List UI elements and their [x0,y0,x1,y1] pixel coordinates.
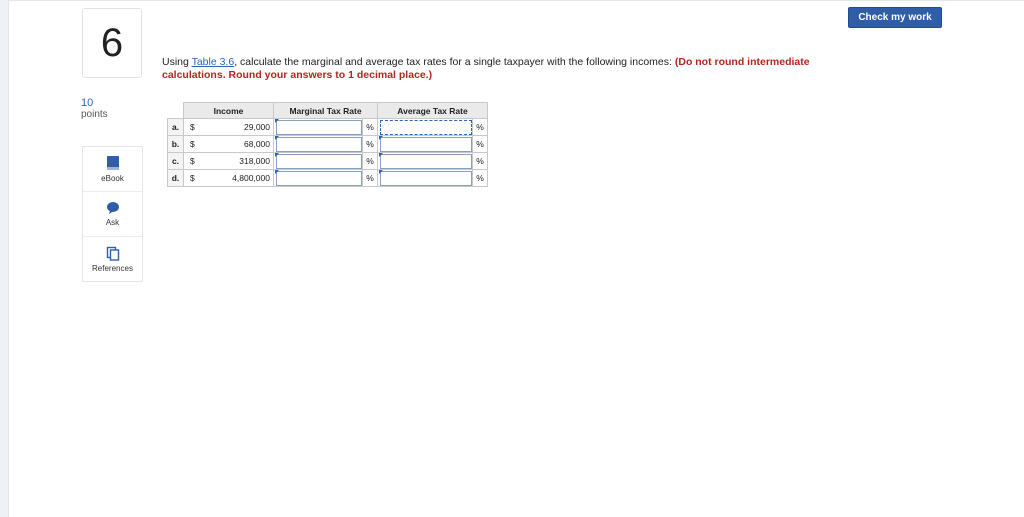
average-rate-cell [377,118,473,136]
input-flag-icon [379,136,383,140]
table-header-row: Income Marginal Tax Rate Average Tax Rat… [167,102,488,119]
header-marginal-tax-rate: Marginal Tax Rate [273,102,378,119]
dollar-sign: $ [183,169,212,187]
book-icon [106,156,119,170]
references-label: References [92,263,133,273]
header-income: Income [183,102,274,119]
points-info: 10 points [81,97,108,121]
check-my-work-button[interactable]: Check my work [848,7,942,28]
input-flag-icon [275,136,279,140]
percent-sign: % [362,118,378,136]
average-rate-cell [377,135,473,153]
percent-sign: % [472,169,488,187]
ebook-button[interactable]: eBook [83,147,142,192]
left-rail [0,0,9,517]
percent-sign: % [472,152,488,170]
percent-sign: % [362,135,378,153]
points-value: 10 [81,97,94,109]
input-flag-icon [379,153,383,157]
prompt-text-pre: Using [162,56,192,68]
input-flag-icon [275,119,279,123]
ebook-label: eBook [101,174,124,183]
row-letter: d. [167,169,184,187]
average-rate-input[interactable] [380,120,472,135]
marginal-rate-cell [273,169,363,187]
row-letter: a. [167,118,184,136]
average-rate-input[interactable] [380,137,472,152]
dollar-sign: $ [183,135,212,153]
ask-button[interactable]: Ask [83,192,142,237]
marginal-rate-input[interactable] [276,120,362,135]
percent-sign: % [362,152,378,170]
marginal-rate-input[interactable] [276,154,362,169]
percent-sign: % [472,118,488,136]
table-row: d. $ 4,800,000 % % [167,169,488,187]
income-amount: 68,000 [212,135,274,153]
average-rate-input[interactable] [380,171,472,186]
header-average-tax-rate: Average Tax Rate [377,102,488,119]
table-row: b. $ 68,000 % % [167,135,488,153]
income-amount: 318,000 [212,152,274,170]
percent-sign: % [472,135,488,153]
references-icon [106,246,119,261]
row-letter: c. [167,152,184,170]
average-rate-cell [377,152,473,170]
input-flag-icon [379,170,383,174]
references-button[interactable]: References [83,237,142,281]
question-number: 6 [82,8,142,78]
chat-bubble-icon [106,202,119,214]
top-divider [0,0,1024,1]
table-row: c. $ 318,000 % % [167,152,488,170]
prompt-text-post: , calculate the marginal and average tax… [234,56,675,68]
marginal-rate-input[interactable] [276,171,362,186]
marginal-rate-cell [273,152,363,170]
income-amount: 4,800,000 [212,169,274,187]
input-flag-icon [275,170,279,174]
table-reference-link[interactable]: Table 3.6 [192,56,235,68]
tax-rate-table: Income Marginal Tax Rate Average Tax Rat… [167,102,488,187]
marginal-rate-cell [273,135,363,153]
ask-label: Ask [105,218,120,227]
points-label: points [81,109,108,120]
dollar-sign: $ [183,118,212,136]
row-letter: b. [167,135,184,153]
dollar-sign: $ [183,152,212,170]
income-amount: 29,000 [212,118,274,136]
average-rate-cell [377,169,473,187]
header-blank [167,102,184,119]
tools-panel: eBook Ask References [82,146,143,282]
table-row: a. $ 29,000 % % [167,118,488,136]
average-rate-input[interactable] [380,154,472,169]
marginal-rate-input[interactable] [276,137,362,152]
percent-sign: % [362,169,378,187]
question-prompt: Using Table 3.6, calculate the marginal … [162,56,822,82]
marginal-rate-cell [273,118,363,136]
input-flag-icon [275,153,279,157]
